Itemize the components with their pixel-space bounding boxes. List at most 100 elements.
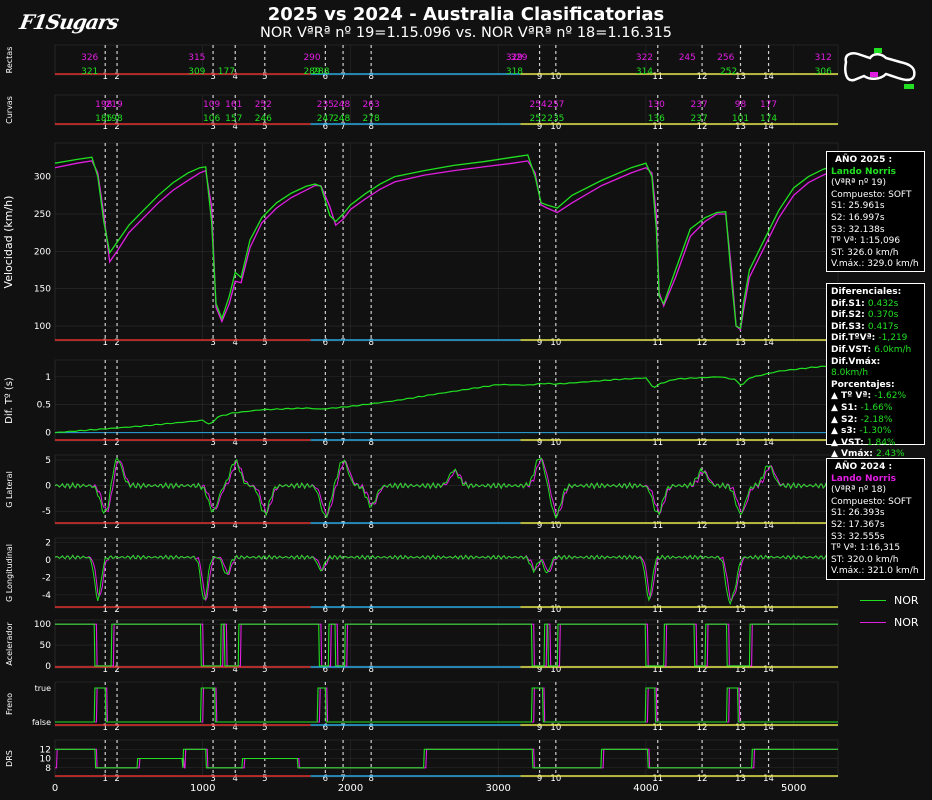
delta-ytick: 0.5 — [37, 401, 51, 411]
diff-row: Dif.VST: 6.0km/h — [831, 345, 920, 357]
diff-label: Dif.S3: — [831, 321, 868, 332]
pct-label: ▲ S2: — [831, 414, 861, 425]
curvas-label-2025: 109 — [203, 100, 220, 110]
curvas-ylabel: Curvas — [5, 96, 14, 124]
x-tick-label: 3000 — [485, 783, 510, 794]
curvas-label-2024: 174 — [760, 114, 777, 124]
curvas-label-2024: 246 — [255, 114, 272, 124]
glong-ytick: 2 — [45, 538, 51, 548]
legend-label-2025: NOR — [894, 593, 919, 607]
info-2025-s2: S2: 16.997s — [831, 212, 885, 223]
curvas-label-2025: 263 — [363, 100, 380, 110]
glat-series-y2025 — [54, 457, 839, 520]
legend-item-2025[interactable]: NOR — [860, 589, 919, 611]
info-2024-header: AÑO 2024 : — [835, 462, 893, 472]
rectas-ylabel: Rectas — [5, 47, 14, 74]
info-2024-driver: Lando Norris — [831, 473, 897, 484]
telemetry-charts: 1 2 3 4 5 6 7 8 9 10 11 12 13 14Rectas 326 315 290 329329… — [2, 44, 839, 794]
x-tick-label: 5000 — [781, 783, 806, 794]
curvas-label-2024: 198 — [106, 114, 123, 124]
rectas-label-2024: 306 — [815, 67, 832, 77]
thr-ytick: 0 — [45, 662, 51, 672]
pct-label: ▲ s3: — [831, 426, 860, 437]
track-map-icon — [844, 48, 916, 89]
diff-row: Dif.Vmáx: 8.0km/h — [831, 357, 920, 380]
delta-frame — [54, 359, 839, 442]
brake-frame — [54, 681, 839, 727]
glat-frame — [54, 454, 839, 525]
legend-swatch-2024 — [860, 621, 886, 623]
speed-series-2024 — [54, 160, 839, 332]
delta-series — [54, 364, 839, 434]
pct-row: ▲ s3: -1.30% — [831, 426, 920, 438]
speed-ytick: 200 — [34, 247, 51, 257]
diff-row: Dif.S3: 0.417s — [831, 322, 920, 334]
delta-ytick: 0 — [45, 429, 51, 439]
diff-value: 0.370s — [867, 310, 899, 321]
info-box-2025: AÑO 2025 : Lando Norris (VªRª nº 19) Com… — [826, 151, 925, 272]
info-2025-lap: (VªRª nº 19) — [831, 178, 887, 189]
drs-ytick: 12 — [40, 745, 51, 755]
info-2025-driver: Lando Norris — [831, 166, 897, 177]
info-2024-lap: (VªRª nº 18) — [831, 485, 887, 496]
curvas-label-2025: 130 — [648, 100, 665, 110]
curvas-label-2024: 235 — [547, 114, 564, 124]
curvas-label-2025: 177 — [760, 100, 777, 110]
pct-header: Porcentajes: — [831, 379, 895, 390]
glong-series-y2025 — [54, 554, 839, 606]
curvas-label-2025: 219 — [106, 100, 123, 110]
glat-ytick: 0 — [45, 482, 51, 492]
thr-ylabel: Acelerador — [5, 622, 14, 666]
diff-label: Dif.VST: — [831, 344, 875, 355]
rectas-label-2025: 256 — [717, 53, 734, 63]
curvas-label-2024: 136 — [648, 114, 665, 124]
info-2025-st: ST: 326.0 km/h — [831, 247, 899, 258]
curvas-label-2024: 247 — [317, 114, 334, 124]
diff-label: Dif.Vmáx: — [831, 356, 881, 367]
info-2025-header: AÑO 2025 : — [835, 155, 893, 165]
diff-label: Dif.S1: — [831, 298, 868, 309]
diff-label: Dif.TºVª: — [831, 333, 879, 344]
pct-value: 1.84% — [866, 437, 896, 448]
thr-frame — [54, 619, 839, 669]
info-2024-compound: Compuesto: SOFT — [831, 496, 912, 507]
info-2024-s3: S3: 32.555s — [831, 531, 885, 542]
info-2024-st: ST: 320.0 km/h — [831, 554, 899, 565]
x-tick-label: 0 — [52, 783, 58, 794]
rectas-label-2024: 309 — [188, 67, 205, 77]
speed-ytick: 300 — [34, 173, 51, 183]
curvas-label-2024: 106 — [203, 114, 220, 124]
rectas-label-2024: 288 — [312, 67, 329, 77]
rectas-label-2025: 312 — [815, 53, 832, 63]
pct-value: -2.18% — [860, 414, 893, 425]
pct-label: ▲ Tº Vª: — [831, 391, 875, 402]
curvas-label-2025: 161 — [225, 100, 242, 110]
info-2024-vmax: V.máx.: 321.0 km/h — [831, 566, 919, 577]
info-2024-lap-time: Tº Vª: 1:16,315 — [831, 543, 901, 554]
curvas-frame — [54, 94, 839, 126]
rectas-label-2025: 322 — [636, 53, 653, 63]
rectas-label-2025: 326 — [81, 53, 98, 63]
info-2024-s1: S1: 26.393s — [831, 508, 885, 519]
glat-ytick: 5 — [45, 456, 51, 466]
pct-row: ▲ VST: 1.84% — [831, 438, 920, 450]
legend-item-2024[interactable]: NOR — [860, 611, 919, 633]
pct-value: -1.66% — [860, 402, 893, 413]
diff-rows: Dif.S1: 0.432s Dif.S2: 0.370s Dif.S3: 0.41… — [831, 299, 920, 380]
legend-swatch-2025 — [860, 599, 886, 601]
thr-ytick: 100 — [34, 620, 51, 630]
pct-label: ▲ S1: — [831, 402, 861, 413]
diff-value: -1,219 — [878, 333, 908, 344]
curvas-label-2024: 248 — [333, 114, 350, 124]
brake-ytick: true — [35, 684, 51, 693]
rectas-label-2025: 290 — [303, 53, 320, 63]
curvas-label-2024: 101 — [732, 114, 749, 124]
pct-row: ▲ S2: -2.18% — [831, 415, 920, 427]
speed-ylabel: Velocidad (km/h) — [2, 196, 15, 289]
speed-frame — [54, 142, 839, 342]
pct-rows: ▲ Tº Vª: -1.62% ▲ S1: -1.66% ▲ S2: -2.18% ▲… — [831, 391, 920, 461]
curvas-label-2025: 237 — [691, 100, 708, 110]
drs-ytick: 10 — [40, 755, 52, 765]
rectas-label-2024: 177 — [218, 67, 235, 77]
diff-value: 8.0km/h — [831, 368, 869, 379]
